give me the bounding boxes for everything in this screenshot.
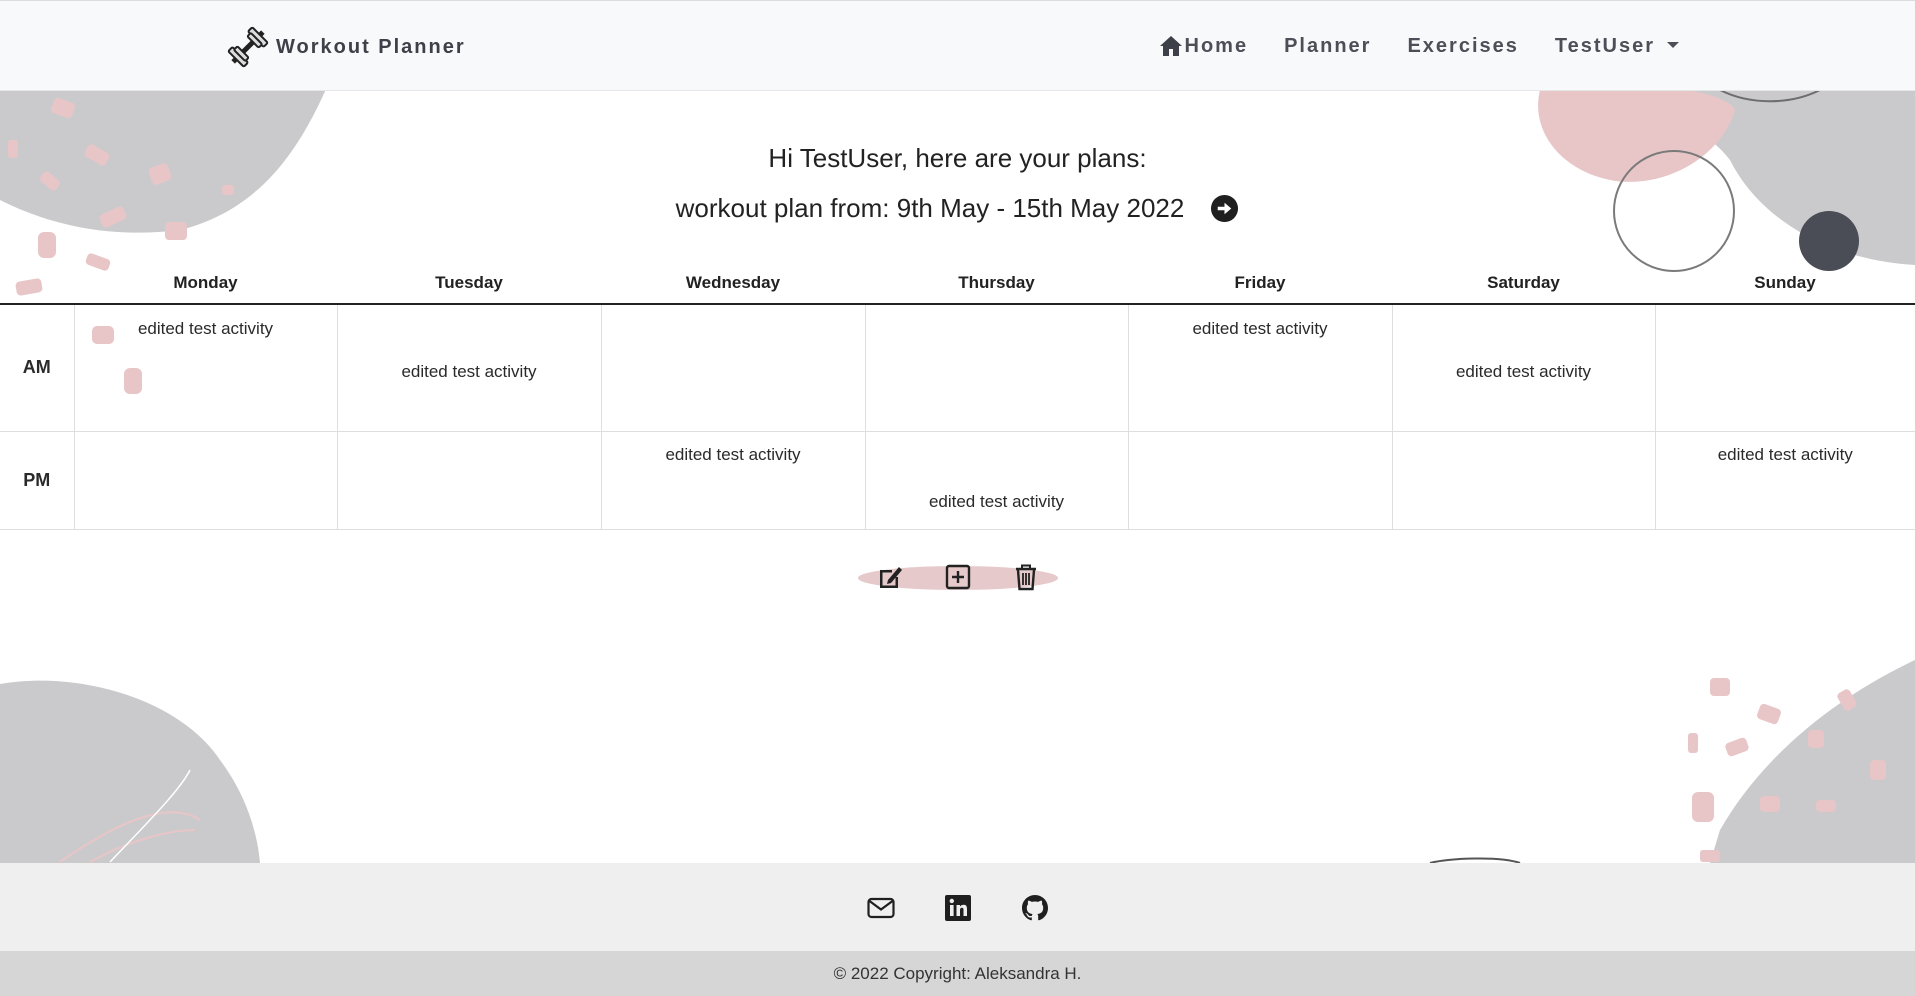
corner-cell bbox=[0, 262, 74, 305]
user-dropdown-label: TestUser bbox=[1554, 34, 1655, 57]
activity-text: edited test activity bbox=[1717, 444, 1853, 464]
dumbbell-icon bbox=[227, 26, 269, 68]
plan-actions bbox=[858, 560, 1058, 594]
planner-cell[interactable]: edited test activity bbox=[864, 430, 1129, 530]
planner-cell[interactable] bbox=[1127, 430, 1393, 530]
next-week-arrow-icon[interactable] bbox=[1210, 194, 1239, 223]
day-header: Sunday bbox=[1655, 262, 1915, 305]
row-label-am: AM bbox=[0, 303, 75, 432]
day-header: Saturday bbox=[1392, 262, 1655, 305]
activity-text: edited test activity bbox=[1455, 362, 1592, 381]
activity-text: edited test activity bbox=[1192, 319, 1328, 338]
nav-exercises-link[interactable]: Exercises bbox=[1407, 27, 1518, 65]
plan-range-row: workout plan from: 9th May - 15th May 20… bbox=[0, 193, 1915, 224]
footer-social bbox=[0, 863, 1915, 951]
planner-cell[interactable] bbox=[73, 430, 338, 530]
copyright: © 2022 Copyright: Aleksandra H. bbox=[0, 951, 1915, 996]
nav-home-link[interactable]: Home bbox=[1159, 27, 1249, 65]
row-label-pm: PM bbox=[0, 430, 75, 530]
pm-row: PM edited test activity edited test acti… bbox=[0, 430, 1915, 530]
planner-cell[interactable] bbox=[1654, 303, 1915, 432]
day-header: Friday bbox=[1128, 262, 1392, 305]
home-icon bbox=[1159, 36, 1182, 56]
planner-cell[interactable]: edited test activity bbox=[1391, 303, 1656, 432]
brand-name: Workout Planner bbox=[276, 35, 466, 58]
caret-down-icon bbox=[1667, 41, 1679, 48]
page-greeting: Hi TestUser, here are your plans: bbox=[768, 143, 1147, 173]
day-header: Wednesday bbox=[601, 262, 865, 305]
activity-text: edited test activity bbox=[928, 491, 1065, 511]
planner-cell[interactable] bbox=[336, 430, 602, 530]
brand[interactable]: Workout Planner bbox=[226, 25, 466, 69]
planner-cell[interactable]: edited test activity bbox=[1654, 430, 1915, 530]
planner-cell[interactable] bbox=[1391, 430, 1656, 530]
day-header: Tuesday bbox=[337, 262, 601, 305]
plan-range: workout plan from: 9th May - 15th May 20… bbox=[675, 193, 1185, 223]
github-icon[interactable] bbox=[1020, 893, 1050, 923]
delete-icon[interactable] bbox=[1011, 562, 1041, 592]
email-icon[interactable] bbox=[866, 893, 896, 923]
planner-cell[interactable]: edited test activity bbox=[336, 303, 602, 432]
nav-planner-link[interactable]: Planner bbox=[1284, 27, 1371, 65]
planner-table: Monday Tuesday Wednesday Thursday Friday… bbox=[0, 262, 1915, 530]
navbar: Workout Planner Home Planner Exercises T… bbox=[0, 0, 1915, 91]
activity-text: edited test activity bbox=[665, 444, 801, 464]
add-icon[interactable] bbox=[943, 562, 973, 592]
planner-cell[interactable]: edited test activity bbox=[73, 303, 338, 432]
edit-icon[interactable] bbox=[876, 562, 906, 592]
planner-cell[interactable] bbox=[864, 303, 1129, 432]
day-header: Monday bbox=[74, 262, 337, 305]
planner-header-row: Monday Tuesday Wednesday Thursday Friday… bbox=[0, 262, 1915, 305]
nav-home-label: Home bbox=[1184, 34, 1249, 57]
activity-text: edited test activity bbox=[401, 362, 537, 381]
day-header: Thursday bbox=[865, 262, 1128, 305]
am-row: AM edited test activity edited test acti… bbox=[0, 303, 1915, 432]
planner-cell[interactable] bbox=[600, 303, 866, 432]
nav-menu: Home Planner Exercises TestUser bbox=[1159, 27, 1679, 65]
activity-text: edited test activity bbox=[137, 319, 274, 338]
linkedin-icon[interactable] bbox=[943, 893, 973, 923]
planner-cell[interactable]: edited test activity bbox=[1127, 303, 1393, 432]
planner-cell[interactable]: edited test activity bbox=[600, 430, 866, 530]
user-dropdown[interactable]: TestUser bbox=[1555, 27, 1679, 65]
